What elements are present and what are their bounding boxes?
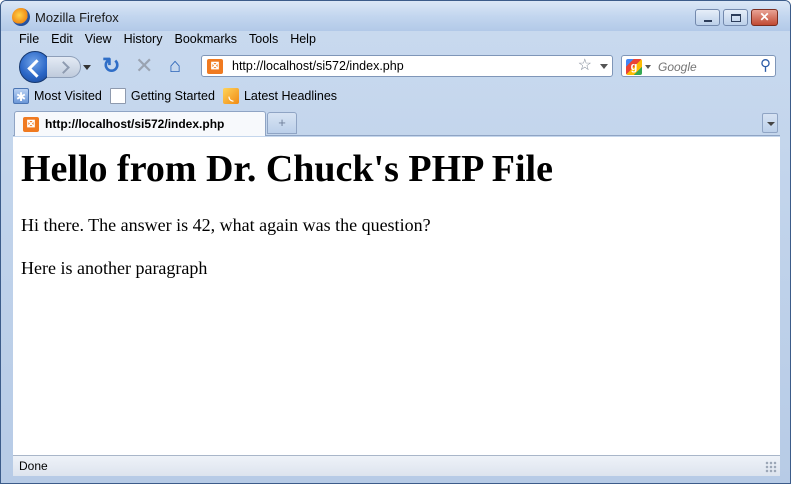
forward-button[interactable] <box>47 56 81 78</box>
stop-icon[interactable]: ✕ <box>135 55 157 77</box>
menu-edit[interactable]: Edit <box>45 30 79 48</box>
maximize-icon <box>731 14 741 22</box>
history-dropdown-button[interactable] <box>81 57 93 77</box>
resize-grip-icon[interactable] <box>765 461 777 473</box>
minimize-button[interactable] <box>695 9 720 26</box>
status-bar: Done <box>13 455 780 476</box>
search-engine-icon[interactable]: g <box>626 59 642 75</box>
window-title: Mozilla Firefox <box>35 10 119 25</box>
paragraph: Here is another paragraph <box>21 258 208 278</box>
list-all-tabs-button[interactable] <box>762 113 778 133</box>
bookmark-star-icon[interactable]: ☆ <box>578 57 592 75</box>
menu-bookmarks[interactable]: Bookmarks <box>168 30 243 48</box>
tab-title: http://localhost/si572/index.php <box>45 117 225 131</box>
browser-window: Mozilla Firefox ✕ File Edit View History… <box>0 0 791 484</box>
maximize-button[interactable] <box>723 9 748 26</box>
most-visited-icon: ✱ <box>13 88 29 104</box>
search-icon[interactable]: ⚲ <box>760 57 771 75</box>
navigation-toolbar: ↻ ✕ ⌂ ⊠ http://localhost/si572/index.php… <box>13 49 780 83</box>
new-tab-button[interactable]: + <box>267 112 297 134</box>
bookmark-latest-headlines[interactable]: ◟ Latest Headlines <box>222 88 338 104</box>
firefox-logo-icon <box>12 8 30 26</box>
paragraph: Hi there. The answer is 42, what again w… <box>21 215 431 235</box>
url-bar[interactable]: ⊠ http://localhost/si572/index.php ☆ <box>201 55 613 77</box>
page-content: Hello from Dr. Chuck's PHP File Hi there… <box>13 137 780 455</box>
menu-file[interactable]: File <box>13 30 45 48</box>
url-text[interactable]: http://localhost/si572/index.php <box>232 59 404 73</box>
close-button[interactable]: ✕ <box>751 9 778 26</box>
home-icon[interactable]: ⌂ <box>169 55 191 77</box>
tab-active[interactable]: ⊠ http://localhost/si572/index.php <box>14 111 266 136</box>
rss-icon: ◟ <box>222 88 239 104</box>
reload-icon[interactable]: ↻ <box>102 55 124 77</box>
page-icon <box>109 88 126 104</box>
title-bar[interactable]: Mozilla Firefox ✕ <box>1 1 790 31</box>
bookmark-label: Getting Started <box>130 89 215 103</box>
menu-view[interactable]: View <box>79 30 118 48</box>
menu-bar: File Edit View History Bookmarks Tools H… <box>13 30 322 48</box>
menu-history[interactable]: History <box>118 30 169 48</box>
menu-tools[interactable]: Tools <box>243 30 284 48</box>
window-controls: ✕ <box>695 9 778 26</box>
close-icon: ✕ <box>759 10 770 24</box>
search-input[interactable] <box>658 58 754 75</box>
engine-dropdown-icon[interactable] <box>645 65 651 69</box>
bookmark-label: Most Visited <box>34 89 102 103</box>
site-favicon-icon: ⊠ <box>207 59 223 74</box>
site-favicon-icon: ⊠ <box>23 117 39 132</box>
minimize-icon <box>704 20 712 22</box>
tab-strip: ⊠ http://localhost/si572/index.php + <box>13 110 780 136</box>
url-dropdown-icon[interactable] <box>600 64 608 69</box>
bookmark-most-visited[interactable]: ✱ Most Visited <box>13 88 102 104</box>
menu-help[interactable]: Help <box>284 30 322 48</box>
status-text: Done <box>19 459 48 473</box>
bookmark-getting-started[interactable]: Getting Started <box>109 88 215 104</box>
bookmark-label: Latest Headlines <box>243 89 338 103</box>
bookmarks-toolbar: ✱ Most Visited Getting Started ◟ Latest … <box>13 86 345 106</box>
search-bar: g ⚲ <box>621 55 776 77</box>
page-heading: Hello from Dr. Chuck's PHP File <box>21 148 553 190</box>
